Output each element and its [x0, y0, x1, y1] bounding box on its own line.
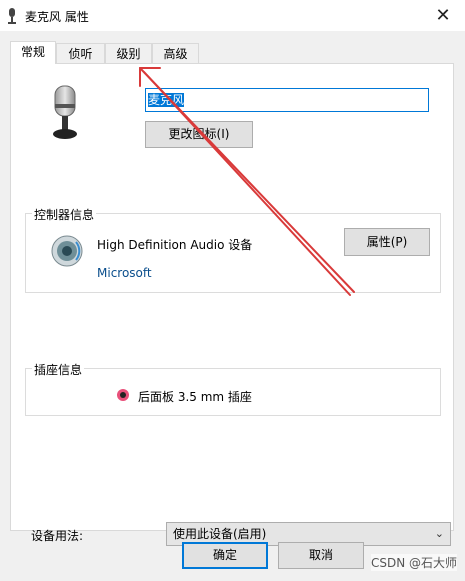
- tab-levels[interactable]: 级别: [105, 43, 152, 63]
- ok-button[interactable]: 确定: [182, 542, 268, 569]
- close-button[interactable]: ✕: [421, 0, 465, 31]
- jack-description: 后面板 3.5 mm 插座: [138, 390, 252, 404]
- chevron-down-icon: ⌄: [434, 527, 444, 540]
- device-name-value: 麦克风: [148, 93, 185, 107]
- device-name-input[interactable]: 麦克风: [145, 88, 429, 112]
- tab-advanced[interactable]: 高级: [152, 43, 199, 63]
- controller-name: High Definition Audio 设备: [97, 238, 253, 252]
- controller-vendor: Microsoft: [97, 266, 152, 280]
- jack-color-icon: [117, 389, 129, 401]
- device-usage-label: 设备用法:: [31, 529, 84, 543]
- cancel-button[interactable]: 取消: [278, 542, 364, 569]
- microphone-device-icon: [53, 85, 77, 139]
- window-title: 麦克风 属性: [25, 10, 89, 24]
- controller-info-group: 控制器信息 High Definition Audio 设备 Microsoft…: [25, 206, 441, 293]
- controller-info-legend: 控制器信息: [32, 206, 97, 223]
- tab-general[interactable]: 常规: [10, 41, 56, 64]
- jack-info-legend: 插座信息: [32, 361, 85, 378]
- tab-listen[interactable]: 侦听: [56, 43, 105, 63]
- general-panel: 麦克风 更改图标(I) 控制器信息 High Definition Audio …: [10, 63, 454, 546]
- watermark: CSDN @石大师: [370, 554, 457, 571]
- controller-properties-button[interactable]: 属性(P): [344, 228, 430, 256]
- jack-info-group: 插座信息 后面板 3.5 mm 插座: [25, 361, 441, 416]
- speaker-icon: [51, 235, 83, 267]
- properties-dialog: 常规 侦听 级别 高级 麦克风 更改图标(I) 控制器信息 High Defin…: [0, 31, 465, 581]
- close-icon: ✕: [435, 5, 451, 26]
- microphone-icon: [8, 8, 16, 24]
- change-icon-button[interactable]: 更改图标(I): [145, 121, 253, 148]
- device-usage-value: 使用此设备(启用): [173, 527, 267, 541]
- title-bar: 麦克风 属性 ✕: [0, 0, 465, 31]
